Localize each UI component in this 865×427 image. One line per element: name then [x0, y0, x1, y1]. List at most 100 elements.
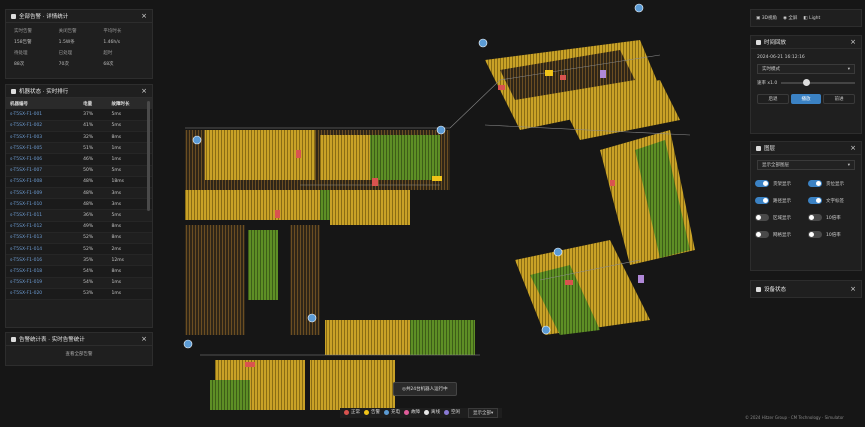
- legend-item[interactable]: 充电: [384, 409, 400, 415]
- table-row[interactable]: s-T5SX-F1-003 32% 8ms: [6, 131, 152, 144]
- table-row[interactable]: s-T5SX-F1-012 49% 8ms: [6, 221, 152, 233]
- forward-button[interactable]: 前进: [823, 94, 855, 104]
- stat-label: 实时告警: [14, 29, 32, 34]
- datetime-display: 2024-06-21 16:12:16: [757, 55, 805, 60]
- table-cell: 48%: [79, 187, 108, 200]
- table-row[interactable]: s-T5SX-F1-006 46% 1ms: [6, 153, 152, 166]
- legend-item[interactable]: 空闲: [444, 409, 460, 415]
- table-row[interactable]: s-T5SX-F1-010 48% 3ms: [6, 198, 152, 211]
- table-cell: 12ms: [107, 254, 152, 267]
- view-3d-button[interactable]: ▣ 3D视角: [756, 15, 777, 21]
- toggle-row: 区域显示 10倍率: [751, 209, 861, 226]
- table-row[interactable]: s-T5SX-F1-020 53% 1ms: [6, 288, 152, 300]
- layer-toggle[interactable]: [755, 180, 769, 187]
- device-title: 设备状态: [764, 287, 787, 293]
- table-cell: 18ms: [107, 176, 152, 189]
- close-icon[interactable]: ×: [141, 335, 147, 343]
- table-row[interactable]: s-T5SX-F1-008 48% 18ms: [6, 176, 152, 189]
- table-cell: s-T5SX-F1-010: [6, 198, 80, 211]
- layer-toggle[interactable]: [755, 197, 769, 204]
- layers-panel: 图层 × 显示全部图层 ▾ 货架显示 货位显示 路径显示 文字标签 区域显示 10倍率 网格显示…: [750, 141, 862, 271]
- legend-item[interactable]: 故障: [404, 409, 420, 415]
- scrollbar[interactable]: [147, 101, 150, 211]
- legend-select[interactable]: 显示全部 ▾: [468, 408, 499, 418]
- table-row[interactable]: s-T5SX-F1-014 52% 2ms: [6, 243, 152, 256]
- table-cell: 52%: [79, 232, 108, 244]
- layer-toggle[interactable]: [808, 214, 822, 221]
- table-row[interactable]: s-T5SX-F1-007 50% 5ms: [6, 165, 152, 177]
- table-cell: 53%: [79, 288, 108, 300]
- table-row[interactable]: s-T5SX-F1-001 37% 5ms: [6, 109, 152, 121]
- stat-value: 88次: [14, 62, 25, 67]
- chevron-down-icon: ▾: [847, 162, 850, 168]
- status-dot-icon: [444, 409, 449, 415]
- table-cell: 37%: [79, 109, 108, 121]
- view-all-link[interactable]: 查看全部告警: [6, 346, 152, 357]
- layer-select[interactable]: 显示全部图层 ▾: [757, 160, 855, 170]
- layer-toggle[interactable]: [755, 231, 769, 238]
- table-row[interactable]: s-T5SX-F1-009 48% 3ms: [6, 187, 152, 200]
- column-header[interactable]: 机器编号: [6, 98, 80, 110]
- toggle-label: 10倍率: [826, 232, 841, 238]
- alarm-stats-panel: 告警统计表 · 实时告警统计 × 查看全部告警: [5, 332, 153, 366]
- play-button[interactable]: 播放: [791, 94, 821, 104]
- table-cell: s-T5SX-F1-014: [6, 243, 80, 256]
- table-cell: s-T5SX-F1-013: [6, 232, 80, 244]
- table-cell: 5ms: [107, 165, 152, 177]
- table-cell: 50%: [79, 165, 108, 177]
- table-row[interactable]: s-T5SX-F1-016 35% 12ms: [6, 254, 152, 267]
- toggle-label: 区域显示: [773, 215, 791, 221]
- stat-value: 70次: [58, 62, 69, 67]
- table-title: 机器状态 · 实时排行: [19, 89, 69, 95]
- stat-label: 待处理: [14, 51, 28, 56]
- close-icon[interactable]: ×: [850, 38, 856, 46]
- close-icon[interactable]: ×: [141, 87, 147, 95]
- table-row[interactable]: s-T5SX-F1-013 52% 8ms: [6, 232, 152, 244]
- stat-value: 68次: [103, 62, 114, 67]
- table-row[interactable]: s-T5SX-F1-019 54% 1ms: [6, 277, 152, 289]
- layer-toggle[interactable]: [808, 180, 822, 187]
- layer-toggle[interactable]: [808, 231, 822, 238]
- column-header[interactable]: 电量: [79, 98, 108, 110]
- stat-value: 1.5W条: [58, 40, 75, 45]
- table-cell: s-T5SX-F1-006: [6, 153, 80, 166]
- stat-value: 158告警: [14, 40, 32, 45]
- close-icon[interactable]: ×: [850, 285, 856, 293]
- legend-item[interactable]: 告警: [364, 409, 380, 415]
- fullscreen-button[interactable]: ◉ 全屏: [783, 15, 797, 21]
- table-row[interactable]: s-T5SX-F1-011 36% 5ms: [6, 209, 152, 222]
- table-row[interactable]: s-T5SX-F1-018 54% 8ms: [6, 265, 152, 278]
- table-row[interactable]: s-T5SX-F1-005 51% 1ms: [6, 142, 152, 155]
- layer-toggle[interactable]: [808, 197, 822, 204]
- legend-item[interactable]: 离线: [424, 409, 440, 415]
- table-row[interactable]: s-T5SX-F1-002 41% 5ms: [6, 120, 152, 133]
- alarm-stats-title: 告警统计表 · 实时告警统计: [19, 337, 85, 343]
- layers-icon: [756, 145, 761, 151]
- table-cell: s-T5SX-F1-007: [6, 165, 80, 177]
- table-cell: 48%: [79, 198, 108, 211]
- view-toolbar: ▣ 3D视角 ◉ 全屏 ◧ Light: [750, 9, 862, 27]
- layer-toggle[interactable]: [755, 214, 769, 221]
- mode-select[interactable]: 实时模式 ▾: [757, 64, 855, 74]
- stat-label: 平均时长: [103, 29, 122, 34]
- table-cell: s-T5SX-F1-008: [6, 176, 80, 189]
- close-icon[interactable]: ×: [141, 12, 147, 20]
- time-playback-panel: 时间回放 × 2024-06-21 16:12:16 实时模式 ▾ 速率 x1.0 …: [750, 35, 862, 134]
- table-cell: 48%: [79, 176, 108, 189]
- table-cell: s-T5SX-F1-019: [6, 277, 80, 289]
- table-cell: 1ms: [107, 277, 152, 289]
- speed-slider[interactable]: [781, 79, 855, 86]
- legend-item[interactable]: 正常: [344, 409, 360, 415]
- robot-status-panel: 机器状态 · 实时排行 × 机器编号 电量 故障时长 s-T5SX-F1-001 3…: [5, 84, 153, 328]
- rewind-button[interactable]: 后退: [757, 94, 789, 104]
- table-cell: 8ms: [107, 232, 152, 244]
- layers-title: 图层: [764, 146, 776, 152]
- device-icon: [756, 286, 761, 292]
- shelf-zone-left: [185, 130, 475, 410]
- table-cell: 49%: [79, 221, 108, 233]
- robot-count-badge[interactable]: ◎ 共24台机器人运行中: [393, 382, 457, 396]
- close-icon[interactable]: ×: [850, 144, 856, 152]
- theme-toggle-button[interactable]: ◧ Light: [803, 16, 820, 21]
- column-header[interactable]: 故障时长: [107, 98, 152, 110]
- table-cell: s-T5SX-F1-018: [6, 265, 80, 278]
